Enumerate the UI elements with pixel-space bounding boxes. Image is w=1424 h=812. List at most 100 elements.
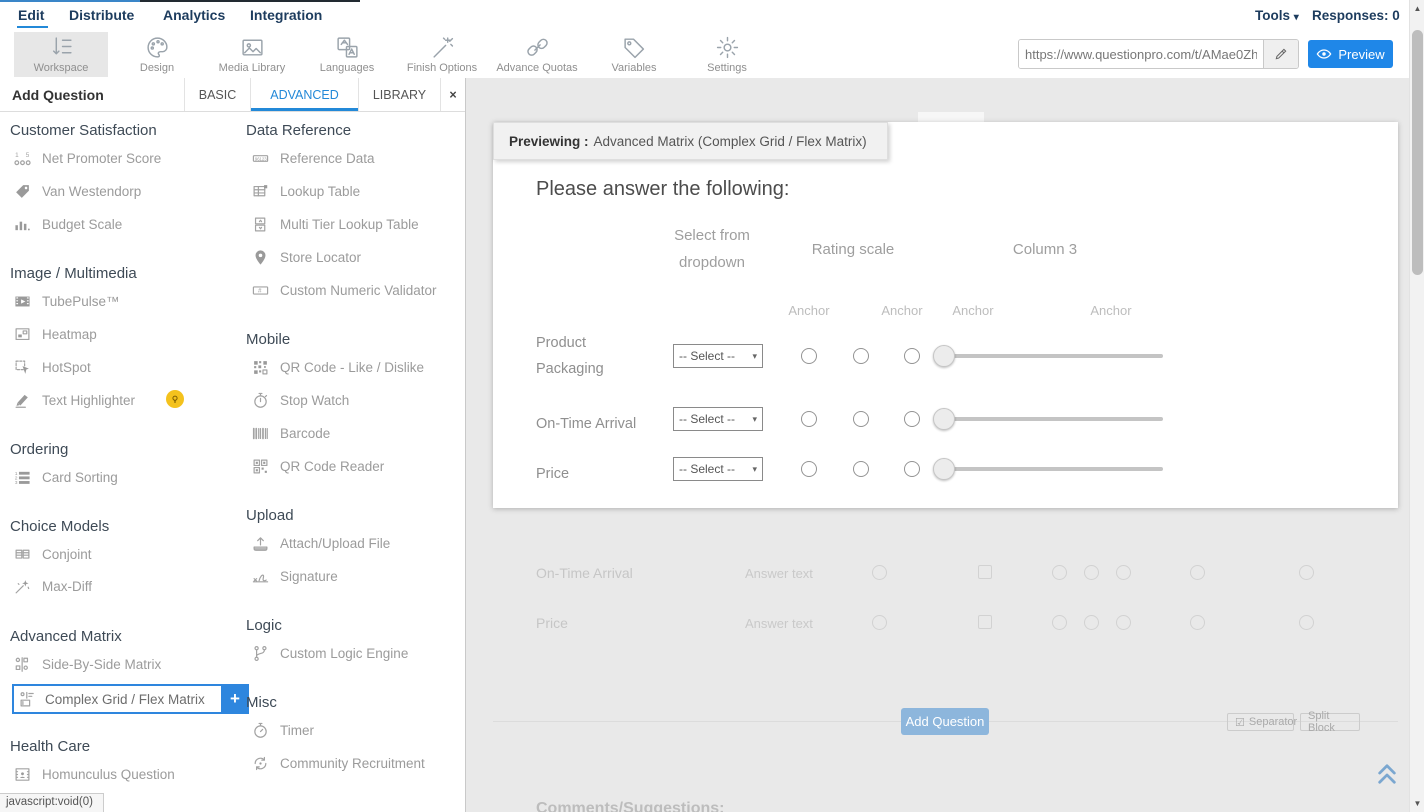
item-hotspot[interactable]: HotSpot	[14, 359, 91, 376]
rating-radio-r2c1[interactable]	[801, 411, 817, 427]
scrollbar-up-arrow[interactable]: ▲	[1410, 4, 1424, 13]
item-community-recruitment[interactable]: Community Recruitment	[252, 755, 425, 772]
item-timer[interactable]: Timer	[252, 722, 314, 739]
item-max-diff[interactable]: Max-Diff	[14, 578, 92, 595]
bg-radio[interactable]	[1299, 615, 1314, 630]
split-block-button[interactable]: Split Block	[1300, 713, 1360, 731]
bg-radio[interactable]	[872, 615, 887, 630]
preview-button[interactable]: Preview	[1308, 40, 1393, 68]
item-budget-scale[interactable]: Budget Scale	[14, 216, 122, 233]
nav-edit[interactable]: Edit	[18, 7, 44, 23]
close-panel-button[interactable]: ×	[440, 78, 465, 111]
item-complex-grid-flex-matrix-selected[interactable]: Complex Grid / Flex Matrix +	[12, 684, 223, 714]
item-van-westendorp[interactable]: Van Westendorp	[14, 183, 141, 200]
comments-suggestions-label: Comments/Suggestions:	[536, 800, 724, 812]
item-conjoint[interactable]: Conjoint	[14, 546, 92, 563]
chevron-down-icon: ▾	[1294, 12, 1299, 23]
toolbar-design[interactable]: Design	[110, 32, 204, 77]
section-customer-satisfaction: Customer Satisfaction	[10, 122, 157, 139]
bg-radio[interactable]	[1052, 615, 1067, 630]
toolbar-variables[interactable]: Variables	[587, 32, 681, 77]
edit-url-button[interactable]	[1263, 40, 1298, 68]
rating-slider-row3[interactable]	[933, 458, 1163, 480]
rating-slider-row2[interactable]	[933, 408, 1163, 430]
bg-radio[interactable]	[872, 565, 887, 580]
toolbar-label: Settings	[707, 62, 747, 74]
bg-radio[interactable]	[1084, 615, 1099, 630]
rating-radio-r3c1[interactable]	[801, 461, 817, 477]
item-label: Store Locator	[280, 250, 361, 265]
toolbar-settings[interactable]: Settings	[680, 32, 774, 77]
add-question-panel: Add Question BASIC ADVANCED LIBRARY × Cu…	[0, 78, 466, 812]
rating-radio-r1c3[interactable]	[904, 348, 920, 364]
item-multi-tier-lookup-table[interactable]: Multi Tier Lookup Table	[252, 216, 419, 233]
rating-slider-row1[interactable]	[933, 345, 1163, 367]
bg-radio[interactable]	[1299, 565, 1314, 580]
item-store-locator[interactable]: Store Locator	[252, 249, 361, 266]
item-custom-logic-engine[interactable]: Custom Logic Engine	[252, 645, 408, 662]
tab-basic[interactable]: BASIC	[184, 78, 250, 111]
item-tubepulse[interactable]: TubePulse™	[14, 293, 120, 310]
page-scrollbar[interactable]: ▲ ▼	[1409, 0, 1424, 812]
item-net-promoter-score[interactable]: 15 Net Promoter Score	[14, 150, 161, 167]
previewing-label: Previewing :	[509, 134, 589, 149]
bg-radio[interactable]	[1116, 565, 1131, 580]
item-heatmap[interactable]: Heatmap	[14, 326, 97, 343]
item-attach-upload-file[interactable]: Attach/Upload File	[252, 535, 390, 552]
scrollbar-thumb[interactable]	[1412, 30, 1423, 275]
item-barcode[interactable]: Barcode	[252, 425, 330, 442]
add-question-button[interactable]: Add Question	[901, 708, 989, 735]
bg-checkbox[interactable]	[978, 565, 992, 579]
nav-analytics[interactable]: Analytics	[163, 7, 225, 23]
slider-handle[interactable]	[933, 458, 955, 480]
select-dropdown-row3[interactable]: -- Select --▾	[673, 457, 763, 481]
item-custom-numeric-validator[interactable]: # Custom Numeric Validator	[252, 282, 437, 299]
bg-radio[interactable]	[1190, 615, 1205, 630]
tools-menu[interactable]: Tools ▾	[1255, 8, 1299, 23]
item-lookup-table[interactable]: Lookup Table	[252, 183, 360, 200]
scroll-to-top-button[interactable]	[1376, 762, 1398, 786]
rating-radio-r3c2[interactable]	[853, 461, 869, 477]
item-qr-code-like-dislike[interactable]: QR Code - Like / Dislike	[252, 359, 424, 376]
toolbar-finish-options[interactable]: Finish Options	[395, 32, 489, 77]
nav-distribute[interactable]: Distribute	[69, 7, 134, 23]
scrollbar-down-arrow[interactable]: ▼	[1410, 799, 1424, 808]
tab-library[interactable]: LIBRARY	[358, 78, 440, 111]
select-dropdown-row1[interactable]: -- Select --▾	[673, 344, 763, 368]
item-stop-watch[interactable]: Stop Watch	[252, 392, 349, 409]
select-dropdown-row2[interactable]: -- Select --▾	[673, 407, 763, 431]
add-complex-grid-button[interactable]: +	[221, 684, 249, 714]
toolbar-workspace[interactable]: Workspace	[14, 32, 108, 77]
rating-radio-r2c2[interactable]	[853, 411, 869, 427]
rating-radio-r1c2[interactable]	[853, 348, 869, 364]
double-chevron-up-icon	[1376, 762, 1398, 786]
separator-button[interactable]: ☑ Separator	[1227, 713, 1294, 731]
slider-handle[interactable]	[933, 408, 955, 430]
toolbar-advance-quotas[interactable]: Advance Quotas	[490, 32, 584, 77]
item-side-by-side-matrix[interactable]: Side-By-Side Matrix	[14, 656, 161, 673]
tab-advanced[interactable]: ADVANCED	[250, 78, 358, 111]
bg-radio[interactable]	[1052, 565, 1067, 580]
responses-count[interactable]: Responses: 0	[1312, 8, 1400, 23]
toolbar-languages[interactable]: Languages	[300, 32, 394, 77]
bg-checkbox[interactable]	[978, 615, 992, 629]
item-qr-code-reader[interactable]: QR Code Reader	[252, 458, 384, 475]
item-text-highlighter[interactable]: Text Highlighter	[14, 392, 135, 409]
item-card-sorting[interactable]: 123 Card Sorting	[14, 469, 118, 486]
item-reference-data[interactable]: 96123 Reference Data	[252, 150, 375, 167]
survey-url-input[interactable]	[1019, 40, 1263, 68]
item-label: HotSpot	[42, 360, 91, 375]
item-label: Max-Diff	[42, 579, 92, 594]
item-homunculus-question[interactable]: Homunculus Question	[14, 766, 175, 783]
toolbar-media-library[interactable]: Media Library	[205, 32, 299, 77]
rating-radio-r3c3[interactable]	[904, 461, 920, 477]
bg-radio[interactable]	[1190, 565, 1205, 580]
slider-handle[interactable]	[933, 345, 955, 367]
bg-radio[interactable]	[1084, 565, 1099, 580]
rating-radio-r1c1[interactable]	[801, 348, 817, 364]
anchor-label-3: Anchor	[938, 303, 1008, 318]
rating-radio-r2c3[interactable]	[904, 411, 920, 427]
item-signature[interactable]: Signature	[252, 568, 338, 585]
nav-integration[interactable]: Integration	[250, 7, 322, 23]
bg-radio[interactable]	[1116, 615, 1131, 630]
